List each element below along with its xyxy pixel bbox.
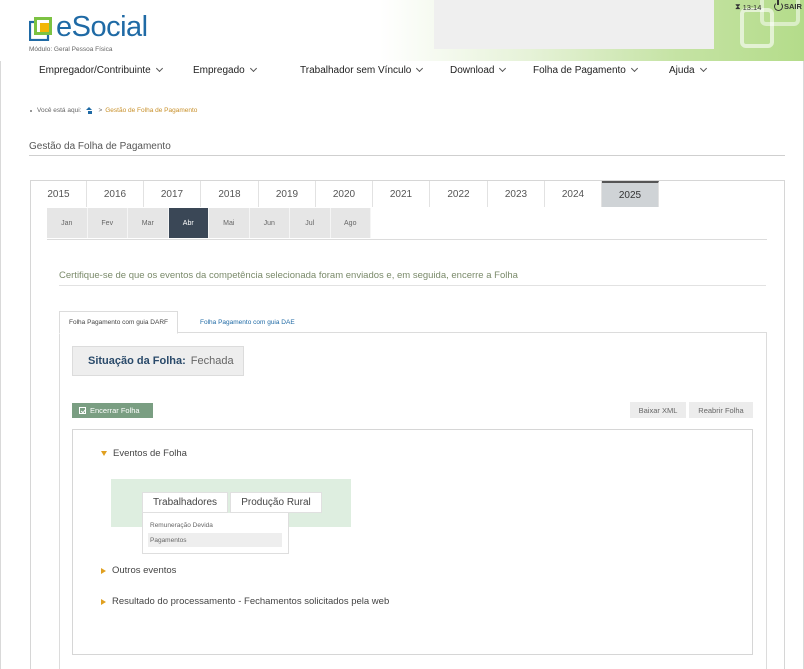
chevron-down-icon <box>699 64 707 73</box>
year-tab[interactable]: 2020 <box>316 181 373 207</box>
module-label: Módulo: Geral Pessoa Física <box>29 46 113 53</box>
nav-label: Empregado <box>193 65 245 76</box>
trabalhadores-menu: Remuneração Devida Pagamentos <box>142 513 289 554</box>
session-timer: ⧗ 13:14 <box>735 2 761 12</box>
section-label: Resultado do processamento - Fechamentos… <box>112 596 390 607</box>
nav-label: Folha de Pagamento <box>533 65 626 76</box>
month-tab[interactable]: Jan <box>47 208 88 238</box>
nav-label: Empregador/Contribuinte <box>39 65 151 76</box>
status-value: Fechada <box>190 355 234 367</box>
year-tab[interactable]: 2023 <box>488 181 545 207</box>
tab-folha-darf[interactable]: Folha Pagamento com guia DARF <box>59 311 178 334</box>
month-tab[interactable]: Ago <box>330 208 371 238</box>
logout-label: SAIR <box>784 2 802 11</box>
nav-empregado[interactable]: Empregado <box>193 64 257 76</box>
month-tab[interactable]: Mai <box>209 208 250 238</box>
chevron-down-icon <box>630 64 638 73</box>
menu-item-pagamentos[interactable]: Pagamentos <box>148 533 282 547</box>
month-tab-selected[interactable]: Abr <box>168 208 209 238</box>
page-title: Gestão da Folha de Pagamento <box>29 141 171 152</box>
main-nav: Empregador/Contribuinte Empregado Trabal… <box>0 61 804 83</box>
status-box: Situação da Folha: Fechada <box>72 346 244 376</box>
month-tab[interactable]: Jun <box>249 208 290 238</box>
nav-ajuda[interactable]: Ajuda <box>669 64 707 76</box>
caret-down-icon <box>101 451 107 456</box>
bullet-icon <box>30 109 32 112</box>
year-tab[interactable]: 2015 <box>31 181 87 207</box>
nav-label: Trabalhador sem Vínculo <box>300 65 412 76</box>
menu-item-remuneracao[interactable]: Remuneração Devida <box>148 518 282 532</box>
encerrar-label: Encerrar Folha <box>90 406 140 415</box>
nav-label: Download <box>450 65 495 76</box>
year-tab[interactable]: 2024 <box>545 181 602 207</box>
resultado-processamento-toggle[interactable]: Resultado do processamento - Fechamentos… <box>101 596 389 607</box>
breadcrumb-current[interactable]: Gestão de Folha de Pagamento <box>105 107 197 114</box>
nav-label: Ajuda <box>669 65 695 76</box>
header-banner <box>434 0 714 49</box>
breadcrumb-prefix: Você está aqui: <box>37 107 82 114</box>
logout-button[interactable]: SAIR <box>774 0 802 11</box>
home-icon[interactable] <box>86 107 93 114</box>
eventos-folha-toggle[interactable]: Eventos de Folha <box>101 448 187 459</box>
esocial-logo[interactable]: eSocial <box>29 11 159 44</box>
caret-right-icon <box>101 567 106 574</box>
nav-empregador[interactable]: Empregador/Contribuinte <box>39 64 163 76</box>
checkbox-icon <box>79 407 86 414</box>
section-label: Outros eventos <box>112 565 177 576</box>
divider <box>47 239 767 240</box>
chevron-down-icon <box>416 64 424 73</box>
subtab-trabalhadores[interactable]: Trabalhadores <box>142 492 228 513</box>
month-tab[interactable]: Mar <box>128 208 169 238</box>
section-label: Eventos de Folha <box>113 448 187 459</box>
encerrar-folha-button[interactable]: Encerrar Folha <box>72 403 153 418</box>
subtab-producao-rural[interactable]: Produção Rural <box>230 492 322 513</box>
chevron-down-icon <box>249 64 257 73</box>
nav-folha[interactable]: Folha de Pagamento <box>533 64 638 76</box>
year-tab[interactable]: 2016 <box>87 181 144 207</box>
month-tabs: Jan Fev Mar Abr Mai Jun Jul Ago <box>47 208 371 238</box>
brand-name: eSocial <box>56 11 148 43</box>
outros-eventos-toggle[interactable]: Outros eventos <box>101 565 176 576</box>
tab-folha-dae[interactable]: Folha Pagamento com guia DAE <box>191 311 304 333</box>
divider <box>29 155 785 156</box>
year-tab[interactable]: 2019 <box>259 181 316 207</box>
year-tab-selected[interactable]: 2025 <box>602 181 659 207</box>
status-label: Situação da Folha: <box>88 355 186 367</box>
chevron-down-icon <box>499 64 507 73</box>
nav-download[interactable]: Download <box>450 64 507 76</box>
year-tab[interactable]: 2022 <box>430 181 488 207</box>
year-tab[interactable]: 2017 <box>144 181 201 207</box>
month-tab[interactable]: Fev <box>87 208 128 238</box>
year-tab[interactable]: 2021 <box>373 181 430 207</box>
month-tab[interactable]: Jul <box>290 208 331 238</box>
breadcrumb-separator: > <box>98 107 103 114</box>
year-tab[interactable]: 2018 <box>201 181 259 207</box>
instruction-text: Certifique-se de que os eventos da compe… <box>59 270 518 281</box>
caret-right-icon <box>101 598 106 605</box>
header: eSocial Módulo: Geral Pessoa Física ⧗ 13… <box>0 0 804 61</box>
year-tabs: 2015 2016 2017 2018 2019 2020 2021 2022 … <box>31 181 659 207</box>
power-icon <box>774 0 783 11</box>
reabrir-folha-button[interactable]: Reabrir Folha <box>689 402 753 418</box>
timer-value: 13:14 <box>742 2 762 12</box>
baixar-xml-button[interactable]: Baixar XML <box>630 402 686 418</box>
divider <box>59 285 766 286</box>
chevron-down-icon <box>155 64 163 73</box>
hourglass-icon: ⧗ <box>735 2 741 11</box>
breadcrumb: Você está aqui: > Gestão de Folha de Pag… <box>30 107 197 114</box>
esocial-logo-icon <box>29 17 52 41</box>
nav-trabalhador[interactable]: Trabalhador sem Vínculo <box>300 64 424 76</box>
